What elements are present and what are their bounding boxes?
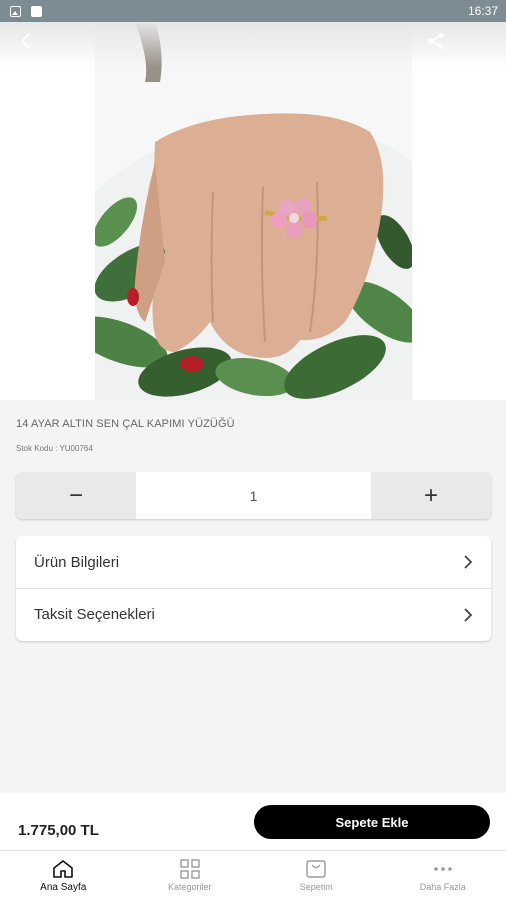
ring-on-hand-image [95,22,412,400]
basket-icon [306,860,326,878]
download-notification-icon [31,5,42,17]
quantity-value[interactable]: 1 [136,472,371,519]
notification-icons [10,5,42,17]
product-image-area [0,22,506,400]
product-info-label: Ürün Bilgileri [34,553,120,571]
tab-label: Kategoriler [167,882,212,892]
purchase-bar: 1.775,00 TL Sepete Ekle [0,793,506,850]
stock-code: Stok Kodu : YU00764 [16,444,93,453]
tab-label: Sepetim [299,882,333,892]
tab-home[interactable]: Ana Sayfa [0,851,127,900]
tab-categories[interactable]: Kategoriler [127,851,254,900]
product-info-row[interactable]: Ürün Bilgileri [16,536,491,588]
status-bar: 16:37 [0,0,506,22]
quantity-stepper: − 1 + [16,472,491,519]
image-notification-icon [10,5,21,17]
add-to-cart-button[interactable]: Sepete Ekle [254,805,490,839]
increase-quantity-button[interactable]: + [371,472,491,519]
decrease-quantity-button[interactable]: − [16,472,136,519]
home-icon [53,860,74,878]
info-list: Ürün Bilgileri Taksit Seçenekleri [16,536,491,641]
product-photo[interactable] [95,22,412,400]
tab-cart[interactable]: Sepetim [253,851,380,900]
product-title: 14 AYAR ALTIN SEN ÇAL KAPIMI YÜZÜĞÜ [16,418,235,430]
chevron-right-icon [464,607,473,622]
installment-options-row[interactable]: Taksit Seçenekleri [16,588,491,640]
clock: 16:37 [467,4,498,18]
chevron-left-icon [20,33,30,49]
bottom-navigation: Ana Sayfa Kategoriler Sepetim Daha Fazla [0,850,506,900]
back-button[interactable] [14,29,38,53]
share-button[interactable] [424,29,448,53]
share-icon [428,33,444,49]
tab-label: Daha Fazla [419,882,466,892]
more-icon [433,867,452,871]
price: 1.775,00 TL [18,822,99,839]
installment-options-label: Taksit Seçenekleri [34,606,155,623]
chevron-right-icon [464,555,473,569]
tab-more[interactable]: Daha Fazla [380,851,506,900]
tab-label: Ana Sayfa [40,882,87,893]
grid-icon [180,859,200,879]
